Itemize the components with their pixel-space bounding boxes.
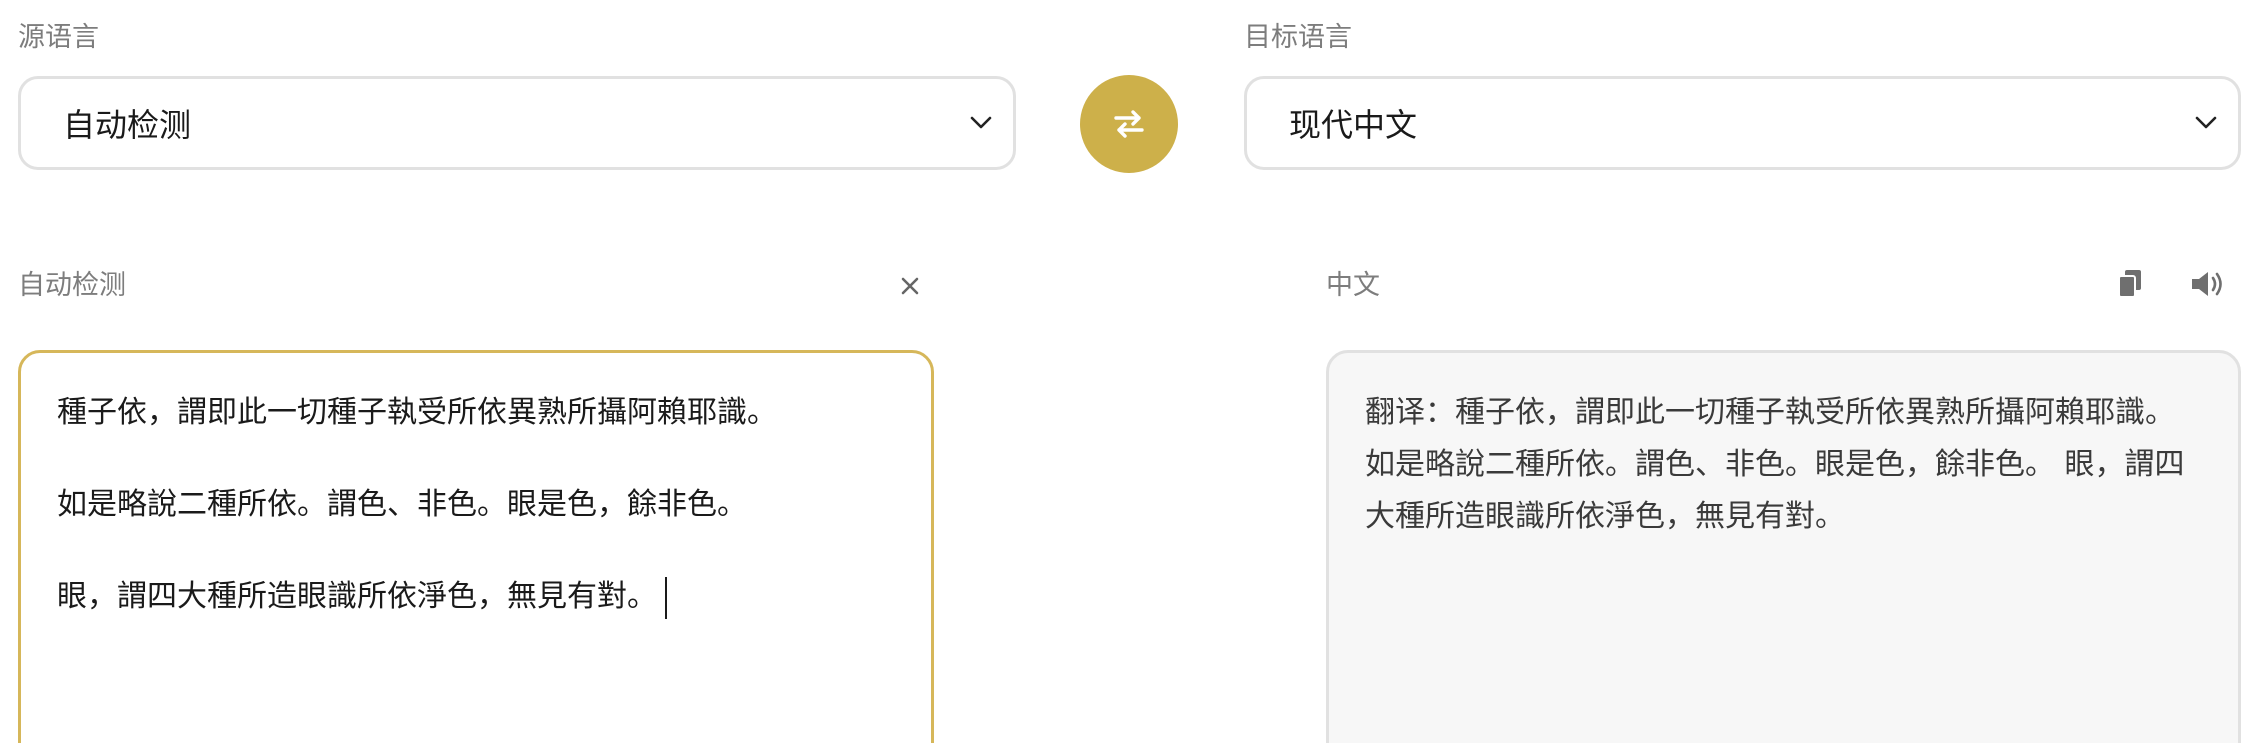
source-text-input[interactable]: 種子依，謂即此一切種子執受所依異熟所攝阿賴耶識。 如是略說二種所依。謂色、非色。… — [18, 350, 934, 743]
chevron-down-icon — [2186, 103, 2226, 143]
copy-icon — [2116, 268, 2144, 300]
swap-languages-button[interactable] — [1080, 75, 1178, 173]
target-panel-label: 中文 — [1326, 270, 1380, 301]
source-text-line: 眼，謂四大種所造眼識所依淨色，無見有對。 — [57, 579, 657, 614]
source-language-value: 自动检测 — [63, 106, 192, 144]
target-language-select[interactable]: 现代中文 — [1244, 76, 2241, 170]
source-text-line: 如是略說二種所依。謂色、非色。眼是色，餘非色。 — [57, 487, 747, 522]
source-language-select[interactable]: 自动检测 — [18, 76, 1016, 170]
source-panel-label: 自动检测 — [18, 270, 126, 301]
source-language-label: 源语言 — [18, 22, 99, 53]
translation-output: 翻译：種子依，謂即此一切種子執受所依異熟所攝阿賴耶識。 如是略說二種所依。謂色、… — [1326, 350, 2241, 743]
source-text-line: 種子依，謂即此一切種子執受所依異熟所攝阿賴耶識。 — [57, 395, 777, 430]
translator-page: 源语言 自动检测 目标语言 现代中文 自动检测 種子依，謂即此一切種子執受所依異… — [0, 0, 2257, 743]
target-language-value: 现代中文 — [1289, 106, 1418, 144]
translation-text: 翻译：種子依，謂即此一切種子執受所依異熟所攝阿賴耶識。 如是略說二種所依。謂色、… — [1365, 395, 2185, 534]
source-text-line-with-caret: 眼，謂四大種所造眼識所依淨色，無見有對。 — [57, 571, 895, 623]
target-language-label: 目标语言 — [1244, 22, 1352, 53]
swap-arrows-icon — [1112, 107, 1146, 141]
text-caret — [665, 576, 667, 619]
chevron-down-icon — [961, 103, 1001, 143]
speak-button[interactable] — [2186, 264, 2230, 304]
copy-button[interactable] — [2110, 264, 2150, 304]
clear-button[interactable] — [892, 268, 928, 304]
close-icon — [900, 276, 920, 296]
speaker-icon — [2189, 269, 2227, 299]
